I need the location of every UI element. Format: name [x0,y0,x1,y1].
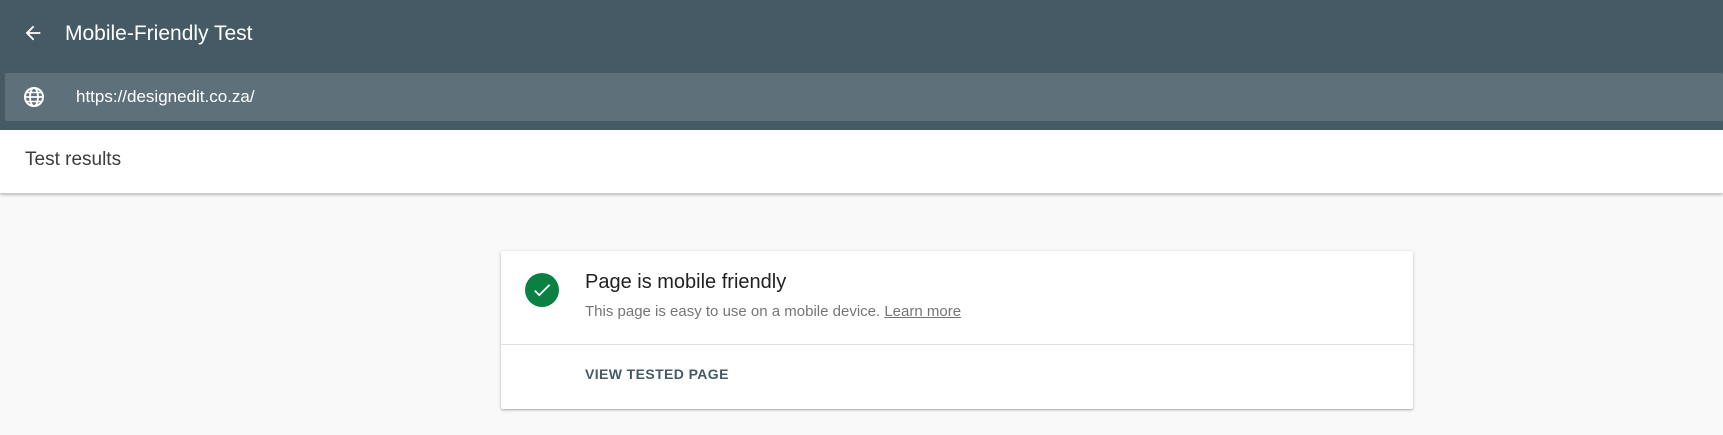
results-title: Test results [25,149,122,170]
learn-more-link[interactable]: Learn more [884,303,961,320]
results-header: Test results [0,130,1723,193]
result-description: This page is easy to use on a mobile dev… [585,303,961,320]
card-divider [501,344,1413,345]
result-card: Page is mobile friendly This page is eas… [501,251,1413,409]
checkmark-icon [534,284,551,297]
app-title: Mobile-Friendly Test [65,22,253,45]
app-header: Mobile-Friendly Test [0,0,1723,130]
globe-icon [24,87,44,107]
arrow-back-icon [25,25,41,41]
url-bar [5,73,1723,121]
check-circle-icon [525,273,559,307]
result-title: Page is mobile friendly [585,271,787,293]
back-button[interactable] [18,18,48,48]
result-description-text: This page is easy to use on a mobile dev… [585,303,885,320]
url-input[interactable] [76,73,1576,121]
view-tested-page-button[interactable]: VIEW TESTED PAGE [585,366,729,382]
